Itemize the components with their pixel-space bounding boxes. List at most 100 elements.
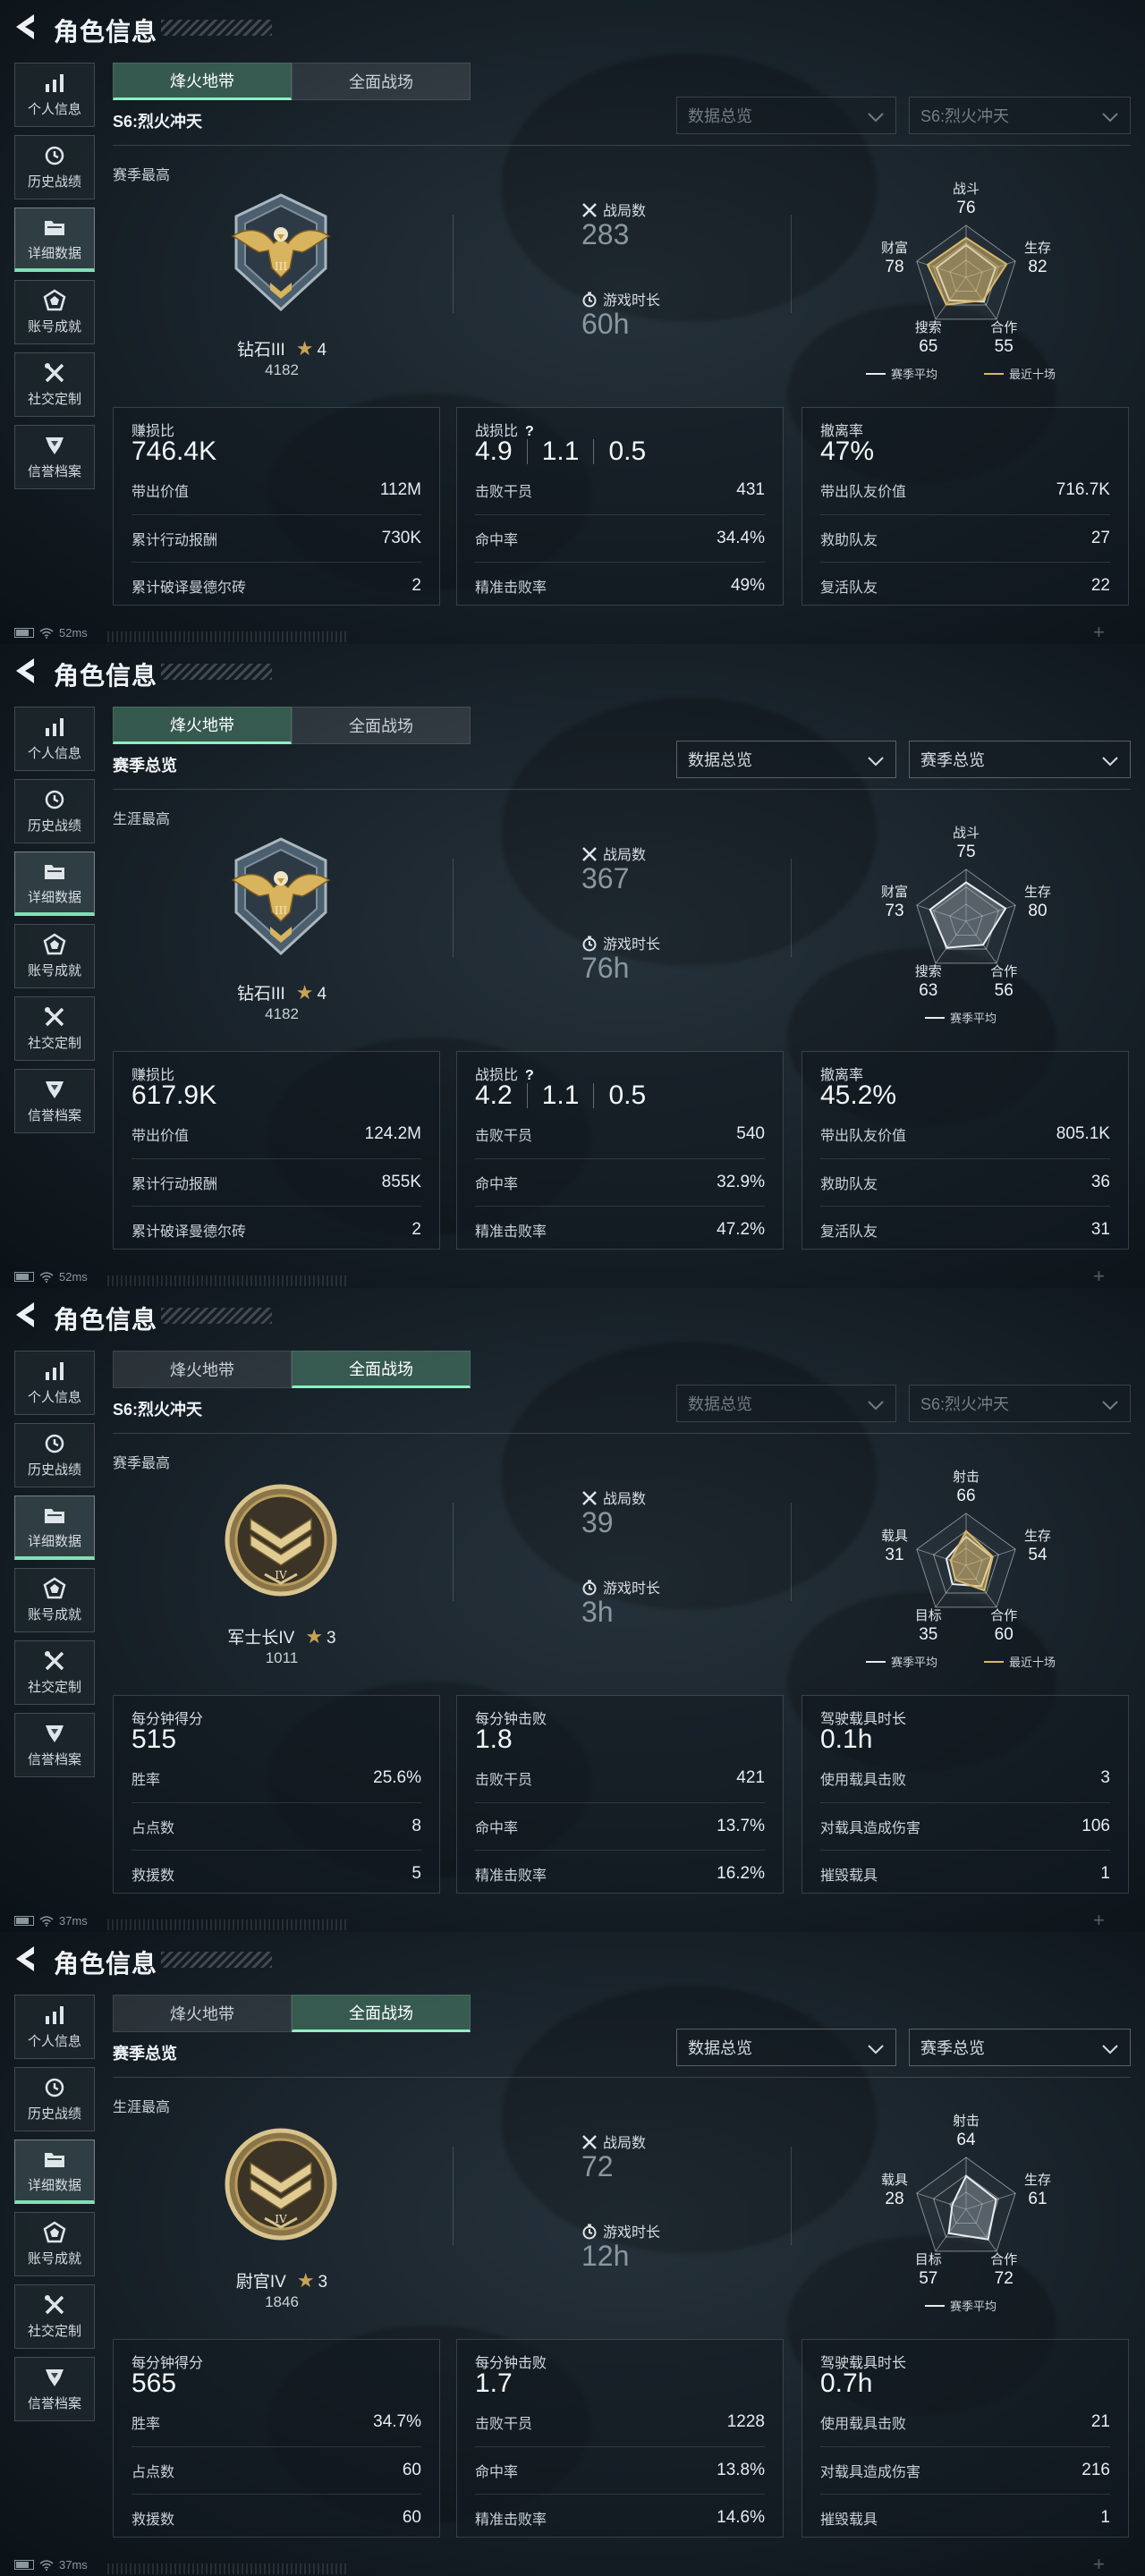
matches-label: 战局数: [581, 843, 646, 864]
sidebar-item-bar-chart[interactable]: 个人信息: [14, 1995, 95, 2059]
chevron-down-icon: [867, 753, 885, 767]
rank-name: 钻石III: [236, 341, 285, 360]
sidebar-item-achievement[interactable]: 账号成就: [14, 1568, 95, 1632]
rank-points: 1011: [265, 1649, 299, 1666]
mode-tabs: 烽火地带 全面战场: [113, 1995, 471, 2032]
crossed-swords-icon: [581, 2134, 598, 2150]
sidebar-item-tools[interactable]: 社交定制: [14, 1640, 95, 1705]
radar-axis-label: 合作: [990, 2252, 1017, 2267]
sidebar-item-folder[interactable]: 详细数据: [14, 1496, 95, 1560]
sidebar-item-tools[interactable]: 社交定制: [14, 2284, 95, 2349]
sidebar-item-bar-chart[interactable]: 个人信息: [14, 1351, 95, 1415]
sidebar-item-shield[interactable]: 信誉档案: [14, 1069, 95, 1133]
stat-row: 精准击败率 47.2%: [475, 1206, 765, 1252]
back-arrow-icon[interactable]: [13, 1945, 36, 1973]
tab-mode-1[interactable]: 全面战场: [292, 707, 471, 744]
wifi-icon: [39, 1271, 54, 1283]
status-bar: 52ms: [14, 1270, 88, 1284]
sidebar-item-tools[interactable]: 社交定制: [14, 352, 95, 417]
star-icon: ★: [305, 1625, 324, 1648]
sidebar-item-achievement[interactable]: 账号成就: [14, 924, 95, 988]
radar-axis-label: 目标: [915, 1608, 942, 1623]
tab-mode-0[interactable]: 烽火地带: [113, 1995, 292, 2032]
sidebar-item-shield[interactable]: 信誉档案: [14, 425, 95, 489]
radar-axis-label: 战斗: [953, 826, 980, 841]
divider: [593, 439, 595, 464]
season-dropdown[interactable]: 赛季总览: [909, 2029, 1131, 2066]
sidebar-item-label: 个人信息: [27, 746, 81, 761]
stat-value: 16.2%: [717, 1863, 765, 1883]
sidebar-item-label: 账号成就: [27, 2251, 81, 2267]
season-dropdown[interactable]: 赛季总览: [909, 741, 1131, 778]
stat-row: 使用载具击败 21: [820, 2399, 1110, 2445]
sidebar-item-clock-history[interactable]: 历史战绩: [14, 779, 95, 843]
stat-value: 14.6%: [717, 2507, 765, 2527]
stopwatch-icon: [581, 1580, 598, 1596]
sidebar-item-shield[interactable]: 信誉档案: [14, 1713, 95, 1777]
tab-mode-0[interactable]: 烽火地带: [113, 1351, 292, 1388]
radar-axis-label: 财富: [881, 240, 908, 256]
tab-mode-0[interactable]: 烽火地带: [113, 63, 292, 100]
data-type-dropdown[interactable]: 数据总览: [676, 2029, 896, 2066]
radar-container: 战斗 76 生存 82 合作 55 搜索 65 财富 78: [859, 163, 1073, 395]
screenshot-root: 角色信息 个人信息 历史战绩 详细数据 账号成就 社交定制 信誉档案 烽火地带 全面战场 S6:烈…: [0, 0, 1145, 2576]
top-bar: 角色信息: [0, 1288, 1145, 1342]
sidebar-item-bar-chart[interactable]: 个人信息: [14, 63, 95, 127]
bar-chart-icon: [42, 72, 67, 95]
radar-axis-label: 生存: [1024, 1529, 1051, 1544]
bar-chart-icon: [42, 716, 67, 739]
sidebar-item-folder[interactable]: 详细数据: [14, 2140, 95, 2204]
legend-label: 赛季平均: [891, 368, 938, 381]
sidebar-item-clock-history[interactable]: 历史战绩: [14, 1423, 95, 1487]
achievement-icon: [42, 289, 67, 312]
sidebar-item-folder[interactable]: 详细数据: [14, 208, 95, 272]
radar-axis-label: 搜索: [915, 964, 942, 979]
side-navigation: 个人信息历史战绩详细数据账号成就社交定制信誉档案: [14, 1995, 95, 2429]
status-decoration: [107, 631, 347, 642]
sidebar-item-achievement[interactable]: 账号成就: [14, 280, 95, 344]
stat-label: 复活队友: [820, 580, 878, 596]
star-icon: ★: [295, 337, 314, 360]
sidebar-item-achievement[interactable]: 账号成就: [14, 2212, 95, 2276]
section-divider: [791, 859, 792, 957]
stat-label: 命中率: [475, 532, 519, 548]
tab-mode-0[interactable]: 烽火地带: [113, 707, 292, 744]
stat-card: 撤离率 47% 带出队友价值 716.7K 救助队友 27 复活队友 22: [802, 407, 1129, 606]
stat-label: 累计行动报酬: [131, 532, 218, 548]
back-arrow-icon[interactable]: [13, 13, 36, 41]
season-dropdown[interactable]: S6:烈火冲天: [909, 97, 1131, 134]
season-label: S6:烈火冲天: [113, 113, 203, 131]
dropdown-value: 数据总览: [688, 2039, 752, 2057]
sidebar-item-bar-chart[interactable]: 个人信息: [14, 707, 95, 771]
sidebar-item-label: 详细数据: [27, 889, 81, 905]
sidebar-item-tools[interactable]: 社交定制: [14, 996, 95, 1061]
svg-text:III: III: [275, 260, 287, 273]
sidebar-item-clock-history[interactable]: 历史战绩: [14, 135, 95, 199]
top-bar: 角色信息: [0, 644, 1145, 698]
data-type-dropdown[interactable]: 数据总览: [676, 97, 896, 134]
tab-mode-1[interactable]: 全面战场: [292, 1351, 471, 1388]
data-type-dropdown[interactable]: 数据总览: [676, 1385, 896, 1422]
stat-value: 805.1K: [1056, 1124, 1110, 1143]
dropdown-value: 赛季总览: [920, 2039, 985, 2057]
side-navigation: 个人信息历史战绩详细数据账号成就社交定制信誉档案: [14, 707, 95, 1141]
play-time-label-text: 游戏时长: [603, 937, 661, 953]
sidebar-item-folder[interactable]: 详细数据: [14, 852, 95, 916]
season-dropdown[interactable]: S6:烈火冲天: [909, 1385, 1131, 1422]
back-arrow-icon[interactable]: [13, 657, 36, 685]
back-arrow-icon[interactable]: [13, 1301, 36, 1329]
mode-tabs: 烽火地带 全面战场: [113, 1351, 471, 1388]
sidebar-item-clock-history[interactable]: 历史战绩: [14, 2067, 95, 2131]
legend-label: 赛季平均: [950, 2300, 997, 2313]
stat-card: 战损比? 4.9 1.1 0.5 击败干员 431 命中率 34.4% 精准击败率 49%: [456, 407, 784, 606]
stat-label: 救助队友: [820, 1176, 878, 1192]
divider: [526, 439, 528, 464]
rank-stars: 3: [318, 2273, 328, 2292]
stat-value: 716.7K: [1056, 480, 1110, 499]
data-type-dropdown[interactable]: 数据总览: [676, 741, 896, 778]
tab-mode-1[interactable]: 全面战场: [292, 1995, 471, 2032]
section-divider: [791, 1503, 792, 1601]
tab-mode-1[interactable]: 全面战场: [292, 63, 471, 100]
rank-badge-chevron-rank-badge-icon: IV: [218, 1478, 344, 1603]
sidebar-item-shield[interactable]: 信誉档案: [14, 2357, 95, 2421]
